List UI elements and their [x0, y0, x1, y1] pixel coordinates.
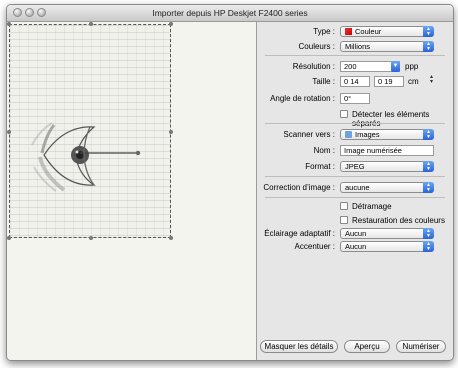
size-label: Taille :: [312, 77, 335, 86]
colors-popup[interactable]: Millions ▲ ▼: [340, 41, 434, 52]
scan-selection-rectangle[interactable]: [7, 22, 173, 240]
sharpen-popup[interactable]: Aucun ▲ ▼: [340, 241, 434, 252]
size-unit: cm: [408, 77, 419, 86]
resize-handle-top[interactable]: [89, 22, 93, 26]
colors-label: Couleurs :: [298, 42, 335, 51]
resize-handle-left[interactable]: [7, 130, 11, 134]
popup-arrows-icon: ▲ ▼: [423, 241, 434, 252]
title-bar: Importer depuis HP Deskjet F2400 series: [7, 5, 453, 22]
descreen-label: Détramage: [352, 202, 392, 211]
adaptive-light-label: Éclairage adaptatif :: [264, 229, 335, 238]
button-bar: Masquer les détails Aperçu Numériser: [257, 334, 453, 360]
name-label: Nom :: [313, 146, 335, 155]
scan-to-label: Scanner vers :: [283, 130, 335, 139]
rotation-label: Angle de rotation :: [270, 94, 335, 103]
type-label: Type :: [313, 27, 335, 36]
detect-separate-checkbox[interactable]: [340, 110, 348, 118]
color-restore-label: Restauration des couleurs: [352, 216, 445, 225]
resize-handle-top-right[interactable]: [169, 22, 173, 26]
popup-arrows-icon: ▲ ▼: [423, 41, 434, 52]
size-height-field[interactable]: 0 19: [374, 76, 404, 87]
type-popup[interactable]: Couleur ▲ ▼: [340, 26, 434, 37]
window-title: Importer depuis HP Deskjet F2400 series: [152, 8, 308, 18]
preview-button[interactable]: Aperçu: [344, 340, 390, 353]
separator: [265, 197, 445, 198]
popup-arrows-icon: ▲ ▼: [423, 161, 434, 172]
popup-arrows-icon: ▲ ▼: [423, 228, 434, 239]
scan-preview-area[interactable]: [7, 22, 257, 360]
format-label: Format :: [305, 162, 335, 171]
resize-handle-bottom-right[interactable]: [169, 236, 173, 240]
image-correction-label: Correction d’image :: [263, 183, 335, 192]
size-unit-stepper[interactable]: ▴ ▾: [430, 74, 433, 85]
separator: [265, 55, 445, 56]
detect-separate-label: Détecter les éléments séparés: [352, 110, 430, 128]
resize-handle-bottom-left[interactable]: [7, 236, 11, 240]
popup-arrows-icon: ▲ ▼: [423, 129, 434, 140]
sharpen-label: Accentuer :: [294, 242, 335, 251]
resize-handle-top-left[interactable]: [7, 22, 11, 26]
rotation-field[interactable]: 0°: [340, 93, 370, 104]
scan-settings-panel: Type : Couleur ▲ ▼ Couleurs : Millions ▲ ▼…: [257, 22, 453, 332]
size-width-field[interactable]: 0 14: [340, 76, 370, 87]
resize-handle-right[interactable]: [169, 130, 173, 134]
color-restore-checkbox[interactable]: [340, 216, 348, 224]
popup-arrows-icon: ▲ ▼: [423, 26, 434, 37]
color-swatch-icon: [345, 28, 352, 35]
resolution-combo[interactable]: 200 ▼: [340, 61, 400, 72]
scan-to-popup[interactable]: Images ▲ ▼: [340, 129, 434, 140]
hide-details-button[interactable]: Masquer les détails: [260, 340, 338, 353]
separator: [265, 123, 445, 124]
descreen-checkbox[interactable]: [340, 202, 348, 210]
adaptive-light-popup[interactable]: Aucun ▲ ▼: [340, 228, 434, 239]
separator: [265, 176, 445, 177]
scanner-window: Importer depuis HP Deskjet F2400 series: [6, 4, 454, 361]
scanned-eye-drawing: [31, 122, 141, 192]
name-field[interactable]: Image numérisée: [340, 145, 434, 156]
format-popup[interactable]: JPEG ▲ ▼: [340, 161, 434, 172]
resize-handle-bottom[interactable]: [89, 236, 93, 240]
resolution-unit: ppp: [405, 62, 419, 71]
scan-button[interactable]: Numériser: [396, 340, 446, 353]
popup-arrows-icon: ▲ ▼: [423, 182, 434, 193]
combo-arrow-icon[interactable]: ▼: [391, 61, 400, 72]
image-correction-popup[interactable]: aucune ▲ ▼: [340, 182, 434, 193]
folder-icon: [345, 131, 352, 138]
resolution-label: Résolution :: [292, 62, 335, 71]
